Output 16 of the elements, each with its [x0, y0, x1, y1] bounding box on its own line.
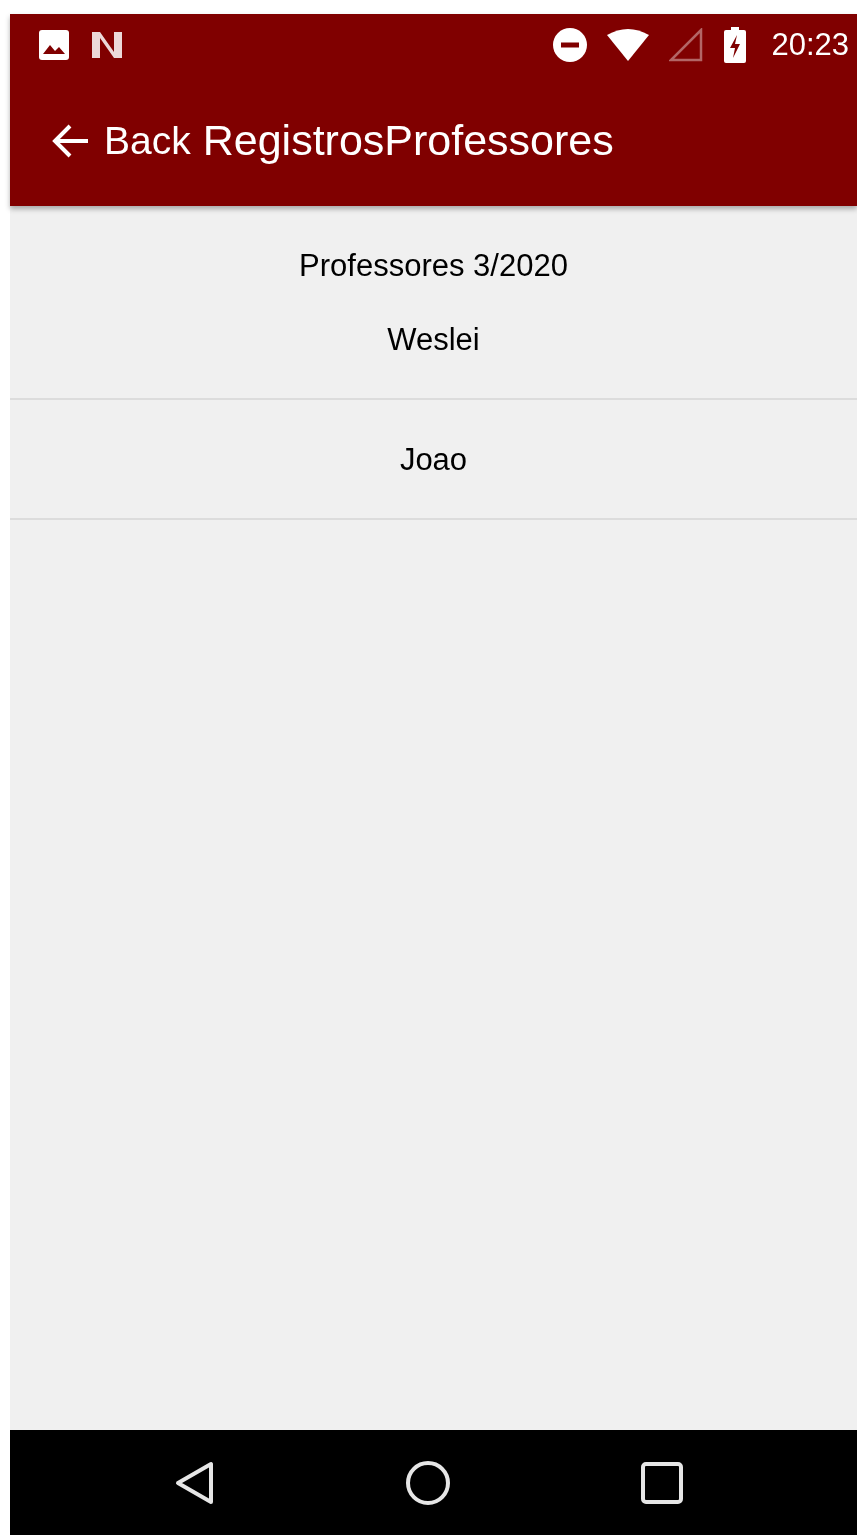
wifi-icon: [607, 28, 650, 61]
do-not-disturb-icon: [553, 27, 588, 62]
back-arrow-icon: [52, 122, 90, 159]
battery-charging-icon: [723, 26, 748, 63]
home-nav-icon[interactable]: [404, 1459, 451, 1506]
n-logo-icon: [90, 29, 124, 60]
back-nav-icon[interactable]: [174, 1460, 215, 1505]
status-time: 20:23: [771, 26, 849, 63]
list-item[interactable]: Weslei: [10, 288, 857, 400]
list-heading: Professores 3/2020: [298, 247, 569, 285]
back-button[interactable]: Back: [52, 118, 191, 163]
page-title: RegistrosProfessores: [202, 116, 614, 165]
list-item[interactable]: Joao: [10, 400, 857, 520]
recents-nav-icon[interactable]: [640, 1461, 683, 1504]
image-icon: [38, 28, 70, 61]
signal-icon: [669, 27, 704, 62]
